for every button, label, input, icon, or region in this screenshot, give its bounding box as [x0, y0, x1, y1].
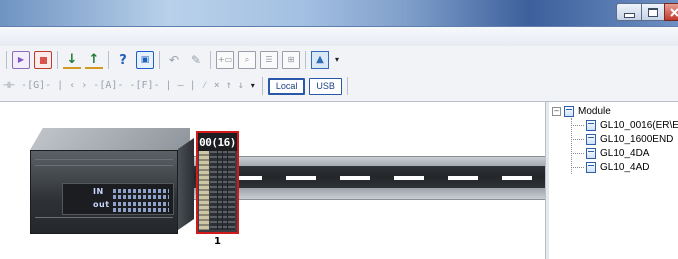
grid-icon[interactable]: ⊞ [282, 51, 300, 69]
toolbar-area: ▶ ↓ ↑ ? ▣ ↶ ✎ +▭ ⌕ ☰ ⊞ ▲ ▾ ⊣⊢ -[G]- | ‹ … [0, 46, 678, 102]
toolbar-separator [346, 77, 348, 95]
toolbar-separator [210, 51, 211, 69]
module-terminals [210, 151, 235, 230]
toolbar-separator [261, 77, 263, 95]
tree-item[interactable]: GL10_0016(ER\E [571, 120, 678, 131]
tree-item[interactable]: GL10_4AD [571, 162, 649, 173]
module-icon [586, 120, 596, 131]
find-icon[interactable]: ⌕ [238, 51, 256, 69]
toolbar-separator [305, 51, 306, 69]
ladder-instruction-icons[interactable]: ⊣⊢ -[G]- | ‹ › -[A]- -[F]- | — | ⁄ ⨯ ↑ ↓ [0, 80, 247, 92]
cpu-in-label: IN [93, 187, 104, 196]
upload-icon[interactable]: ↑ [85, 51, 103, 69]
monitor-icon[interactable]: ▣ [136, 51, 154, 69]
chevron-down-icon[interactable]: ▾ [333, 51, 341, 69]
module-icon [586, 162, 596, 173]
tree-item[interactable]: GL10_1600END [571, 134, 673, 145]
tree-root[interactable]: − Module [552, 106, 611, 117]
io-module-selected[interactable]: 00(16) [196, 131, 239, 234]
tree-item-label: GL10_1600END [600, 134, 674, 145]
toolbar-row-ladder: ⊣⊢ -[G]- | ‹ › -[A]- -[F]- | — | ⁄ ⨯ ↑ ↓… [0, 74, 351, 98]
toolbar-separator [57, 51, 58, 69]
tree-item[interactable]: GL10_4DA [571, 148, 649, 159]
maximize-button[interactable] [641, 3, 665, 21]
undo-icon[interactable]: ↶ [165, 51, 183, 69]
toolbar-row-main: ▶ ↓ ↑ ? ▣ ↶ ✎ +▭ ⌕ ☰ ⊞ ▲ ▾ [0, 48, 343, 72]
cpu-input-leds [113, 189, 169, 193]
download-icon[interactable]: ↓ [63, 51, 81, 69]
chevron-down-icon[interactable]: ▾ [249, 77, 257, 95]
edit-icon[interactable]: ✎ [187, 51, 205, 69]
local-button[interactable]: Local [267, 77, 306, 95]
module-icon [586, 134, 596, 145]
minimize-icon [624, 12, 635, 18]
toolbar-separator [159, 51, 160, 69]
tree-root-label: Module [578, 106, 611, 117]
toolbar-separator [108, 51, 109, 69]
insert-icon[interactable]: +▭ [216, 51, 234, 69]
table-icon[interactable]: ☰ [260, 51, 278, 69]
cpu-module-side [178, 138, 194, 230]
slot-number: 1 [214, 236, 221, 247]
module-display: 00(16) [198, 133, 237, 151]
cpu-out-label: out [93, 200, 110, 209]
module-folder-icon [564, 106, 574, 117]
close-button[interactable] [664, 3, 678, 21]
maximize-icon [648, 7, 658, 17]
tree-item-label: GL10_0016(ER\E [600, 120, 678, 131]
tree-item-label: GL10_4AD [600, 162, 650, 173]
stop-icon[interactable] [34, 51, 52, 69]
window-title-bar [0, 0, 678, 27]
cpu-module-top [30, 128, 190, 150]
close-icon [669, 7, 678, 17]
module-tree: − Module GL10_0016(ER\E GL10_1600END GL1… [549, 102, 678, 259]
chart-icon[interactable]: ▲ [311, 51, 329, 69]
tree-item-label: GL10_4DA [600, 148, 650, 159]
run-icon[interactable]: ▶ [12, 51, 30, 69]
module-icon [586, 148, 596, 159]
toolbar-separator [6, 51, 7, 69]
minimize-button[interactable] [616, 3, 642, 21]
collapse-icon[interactable]: − [552, 107, 561, 116]
cpu-io-panel: IN out [62, 183, 174, 215]
online-help-icon[interactable]: ? [114, 51, 132, 69]
cpu-output-leds [113, 202, 169, 206]
usb-button[interactable]: USB [309, 77, 342, 95]
menu-bar [0, 27, 678, 47]
